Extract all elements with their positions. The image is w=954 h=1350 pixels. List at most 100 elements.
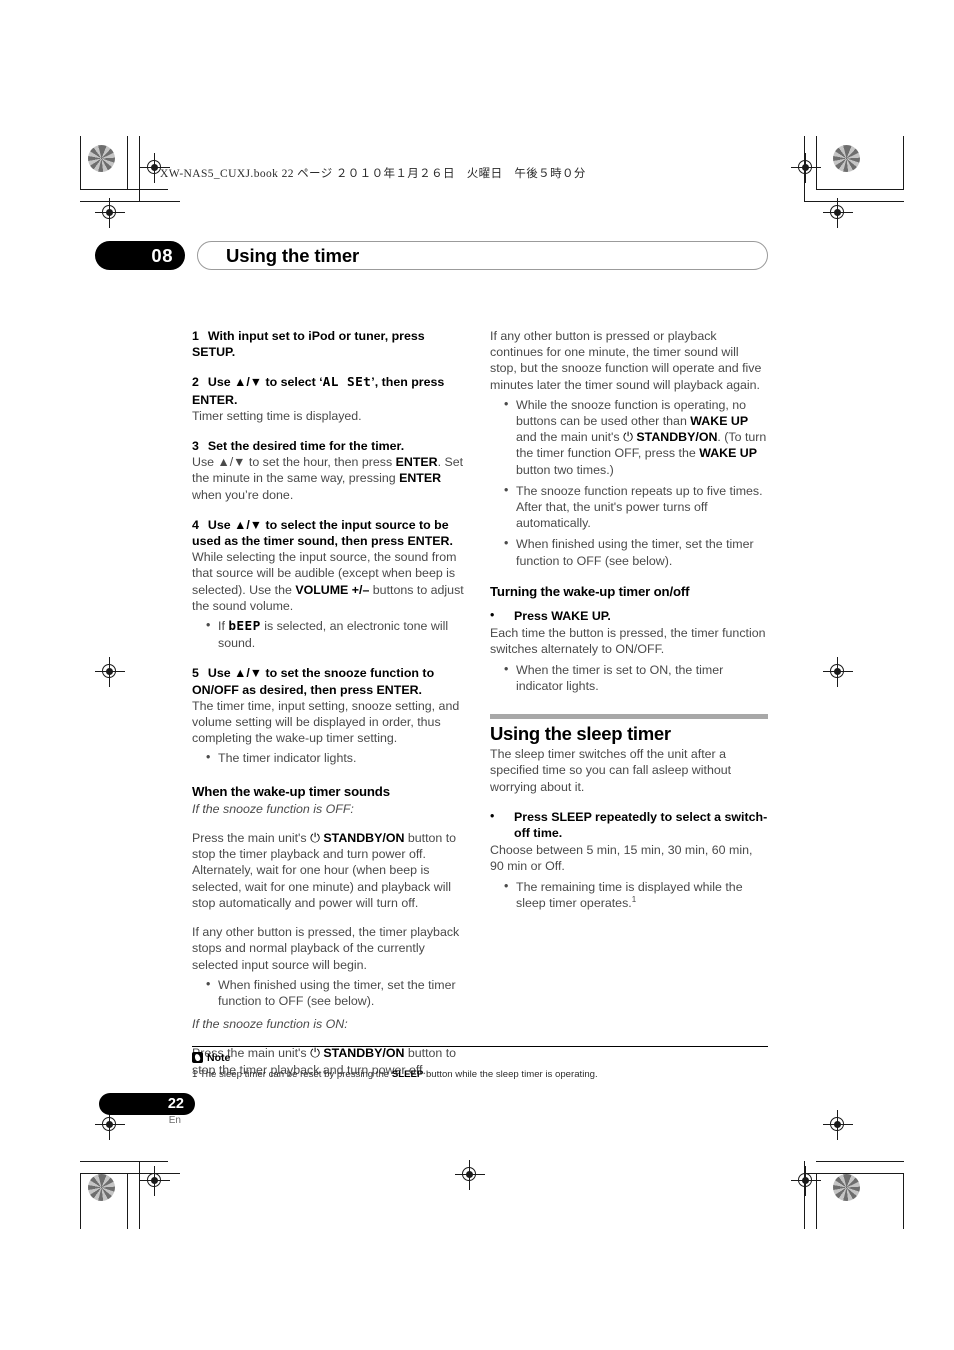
crop-line	[127, 1173, 129, 1229]
page-language-code: En	[168, 1115, 181, 1126]
bullet1-b: and the main unit's	[516, 430, 624, 445]
standby-on-button-ref: STANDBY/ON	[323, 831, 405, 846]
footnote-text-b: button while the sleep timer is operatin…	[423, 1069, 598, 1080]
step-3-text: Set the desired time for the timer.	[207, 439, 405, 454]
footnote-number: 1	[192, 1069, 200, 1080]
list-item: Press SLEEP repeatedly to select a switc…	[490, 808, 768, 841]
standby-on-button-ref: STANDBY/ON	[636, 430, 718, 445]
color-patch	[833, 145, 860, 172]
step-1-text: With input set to iPod or tuner, press S…	[192, 329, 425, 360]
step-3: 3 Set the desired time for the timer.	[192, 438, 470, 454]
snooze-off-label: If the snooze function is OFF:	[192, 801, 354, 816]
step-4: 4 Use ▲/▼ to select the input source to b…	[192, 517, 470, 549]
chapter-number-badge: 08	[95, 241, 185, 270]
crop-line	[816, 1161, 904, 1163]
step-5-body: The timer time, input setting, snooze se…	[192, 698, 460, 746]
crop-line	[903, 136, 905, 190]
footnote-text: 1 The sleep timer can be reset by pressi…	[192, 1068, 792, 1081]
step-5: 5 Use ▲/▼ to set the snooze function to O…	[192, 665, 470, 697]
beep-bullet-pre: If	[218, 619, 229, 634]
note-heading: Note	[192, 1052, 230, 1064]
finished-timer-bullets: When finished using the timer, set the t…	[192, 976, 470, 1009]
lcd-beep-text: bEEP	[228, 619, 261, 635]
wake-up-button-ref: WAKE UP	[699, 446, 758, 461]
wake-up-bullets: When the timer is set to ON, the timer i…	[490, 661, 768, 694]
volume-button-ref: VOLUME +/–	[295, 582, 370, 597]
step-3-body: Use ▲/▼ to set the hour, then press ENTE…	[192, 454, 470, 503]
color-patch	[88, 145, 115, 172]
lcd-alarm-set-text: AL SEt	[322, 375, 372, 391]
note-label: Note	[207, 1052, 231, 1064]
list-item: Press WAKE UP.	[490, 607, 768, 624]
enter-button-ref: ENTER	[395, 455, 438, 470]
step-5-text: Use ▲/▼ to set the snooze function to ON…	[192, 666, 435, 697]
subheading-wake-up-timer-sounds: When the wake-up timer sounds	[192, 783, 390, 799]
step-1: 1 With input set to iPod or tuner, press …	[192, 328, 470, 360]
section-heading-sleep-timer: Using the sleep timer	[490, 723, 671, 745]
subheading-turning-wake-up-timer: Turning the wake-up timer on/off	[490, 583, 690, 599]
bullet1-d: button two times.)	[516, 462, 614, 477]
snooze-detail-bullets: While the snooze function is operating, …	[490, 396, 768, 569]
sleep-bullets: The remaining time is displayed while th…	[490, 878, 768, 911]
registration-mark	[823, 657, 853, 687]
list-item: The snooze function repeats up to five t…	[504, 482, 768, 532]
list-item: The timer indicator lights.	[206, 749, 470, 766]
step-2: 2 Use ▲/▼ to select ‘AL SEt’, then press …	[192, 374, 470, 407]
crop-line	[804, 201, 904, 203]
step-3-body-a: Use ▲/▼ to set the hour, then press	[192, 455, 396, 470]
step-3-body-c: when you’re done.	[192, 487, 294, 502]
step-2-body: Timer setting time is displayed.	[192, 408, 362, 423]
crop-line	[80, 189, 168, 191]
page-number-badge: 22	[99, 1093, 195, 1115]
wake-up-button-ref: WAKE UP	[690, 414, 749, 429]
snooze-off-paragraph: Press the main unit's ⏻ STANDBY/ON butto…	[192, 830, 470, 911]
standby-power-icon: ⏻	[310, 1045, 320, 1061]
step-4-body: While selecting the input source, the so…	[192, 549, 470, 614]
list-item: While the snooze function is operating, …	[504, 396, 768, 478]
crop-line	[903, 1173, 905, 1229]
step-4-bullets: If bEEP is selected, an electronic tone …	[192, 617, 470, 651]
registration-mark	[95, 657, 125, 687]
sleep-bullet-text: The remaining time is displayed while th…	[516, 879, 743, 910]
list-item: The remaining time is displayed while th…	[504, 878, 768, 911]
note-icon	[192, 1052, 203, 1063]
crop-line	[127, 136, 129, 190]
crop-line	[80, 1161, 168, 1163]
footnote-marker: 1	[631, 894, 637, 904]
crop-line	[80, 1173, 82, 1229]
standby-power-icon: ⏻	[623, 429, 633, 445]
footnote-text-a: The sleep timer can be reset by pressing…	[199, 1069, 392, 1080]
registration-mark	[140, 1166, 170, 1196]
step-2-number: 2	[192, 375, 199, 390]
page-title: Using the timer	[226, 245, 360, 266]
other-button-paragraph: If any other button is pressed, the time…	[192, 925, 460, 972]
step-3-number: 3	[192, 439, 199, 454]
step-4-number: 4	[192, 517, 199, 532]
standby-power-icon: ⏻	[310, 830, 320, 846]
registration-mark	[455, 1160, 485, 1190]
right-column: If any other button is pressed or playba…	[490, 328, 768, 912]
press-wake-up-instruction: Press WAKE UP.	[490, 607, 768, 624]
step-2-text-pre: Use ▲/▼ to select ‘	[207, 375, 323, 390]
press-sleep-instruction: Press SLEEP repeatedly to select a switc…	[490, 808, 768, 841]
left-column: 1 With input set to iPod or tuner, press …	[192, 328, 470, 1078]
list-item: When finished using the timer, set the t…	[504, 535, 768, 568]
step-1-number: 1	[192, 329, 199, 343]
sleep-button-ref: SLEEP	[391, 1069, 424, 1080]
enter-button-ref: ENTER	[399, 471, 442, 486]
step-5-number: 5	[192, 666, 199, 681]
registration-mark	[791, 153, 821, 183]
sleep-intro: The sleep timer switches off the unit af…	[490, 747, 732, 794]
sleep-choices: Choose between 5 min, 15 min, 30 min, 60…	[490, 843, 753, 874]
footnote-rule	[192, 1046, 768, 1048]
step-4-text: Use ▲/▼ to select the input source to be…	[192, 517, 453, 549]
registration-mark	[791, 1166, 821, 1196]
list-item: When finished using the timer, set the t…	[206, 976, 470, 1009]
crop-line	[80, 136, 82, 190]
wake-up-body: Each time the button is pressed, the tim…	[490, 626, 766, 657]
snooze-intro-paragraph: If any other button is pressed or playba…	[490, 329, 762, 392]
crop-line	[816, 189, 904, 191]
chapter-title-pill: Using the timer	[197, 241, 768, 270]
standby-on-button-ref: STANDBY/ON	[323, 1046, 405, 1061]
snooze-on-label: If the snooze function is ON:	[192, 1017, 348, 1032]
